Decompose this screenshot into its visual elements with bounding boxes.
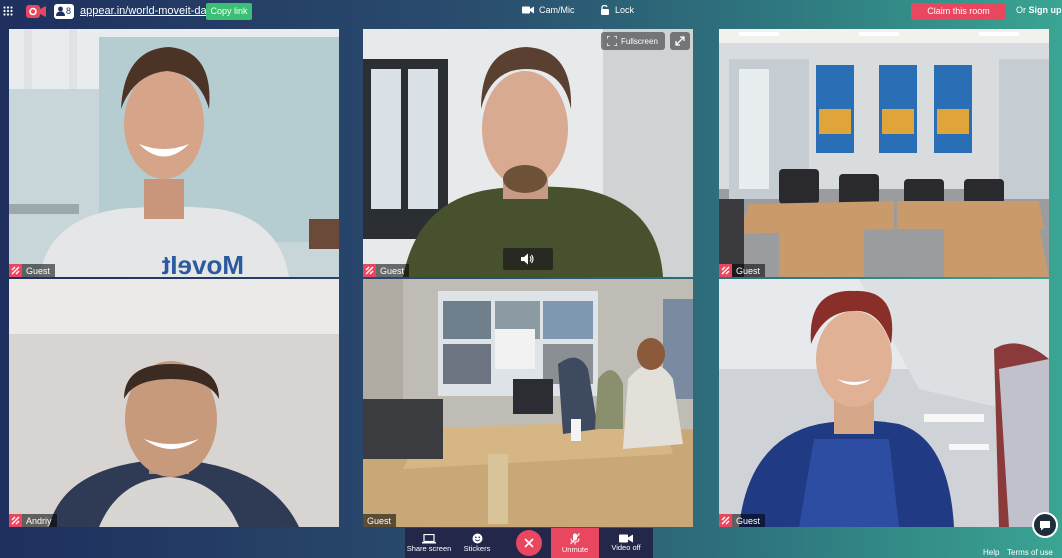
participant-video: MoveIt [9,29,339,277]
help-link[interactable]: Help [983,548,999,557]
fullscreen-label: Fullscreen [621,36,658,46]
top-bar: 8 appear.in/world-moveit-day Copy link C… [0,0,1062,24]
stickers-label: Stickers [463,544,491,553]
close-icon [524,538,534,548]
room-url[interactable]: appear.in/world-moveit-day [80,5,212,17]
participant-name: Guest [367,515,392,526]
participant-label: Guest [719,264,766,277]
apps-grid-icon[interactable] [3,6,13,16]
leave-call-button[interactable] [516,530,542,556]
appear-in-glyph-icon [719,514,732,527]
appear-in-glyph-icon [9,264,22,277]
chat-bubble-icon [1040,520,1050,530]
camera-icon [522,6,534,14]
smiley-icon [472,533,482,544]
video-tile-3[interactable]: Guest [719,29,1049,277]
fullscreen-icon [607,36,617,46]
participant-video [363,29,693,277]
video-tile-4[interactable]: Andriy [9,279,339,527]
participant-count: 8 [66,6,72,16]
share-screen-label: Share screen [406,543,452,553]
participant-name: Guest [380,265,405,276]
participant-video [363,279,693,527]
copy-link-button[interactable]: Copy link [206,3,252,20]
video-tile-6[interactable]: Guest [719,279,1049,527]
sign-up-label[interactable]: Sign up [1029,5,1062,15]
sign-up-link[interactable]: Or Sign up [1016,5,1062,15]
volume-button[interactable] [503,248,553,270]
appear-in-glyph-icon [363,264,376,277]
or-label: Or [1016,5,1026,15]
share-screen-button[interactable]: Share screen [405,528,453,558]
mic-muted-icon [570,532,580,544]
participant-label: Andriy [9,514,57,527]
participant-name: Guest [26,265,51,276]
cam-mic-button[interactable]: Cam/Mic [522,5,575,15]
appear-in-glyph-icon [9,514,22,527]
laptop-icon [422,533,436,543]
appear-in-glyph-icon [719,264,732,277]
stickers-button[interactable]: Stickers [453,528,501,558]
video-off-button[interactable]: Video off [599,528,653,558]
terms-link[interactable]: Terms of use [1007,548,1053,557]
unmute-label: Unmute [561,544,589,554]
lock-button[interactable]: Lock [600,5,634,15]
cam-mic-label: Cam/Mic [539,5,575,15]
participants-badge[interactable]: 8 [54,4,74,19]
participant-name: Guest [736,265,761,276]
lock-label: Lock [615,5,635,15]
video-camera-icon [619,534,633,543]
expand-icon [675,36,685,46]
unlock-icon [601,5,609,15]
participant-label: Guest [719,514,766,527]
participant-label: Guest [363,514,397,527]
fullscreen-button[interactable]: Fullscreen [601,32,665,50]
unmute-button[interactable]: Unmute [551,528,599,558]
speaker-icon [521,253,534,265]
video-tile-2[interactable]: Fullscreen Guest [363,29,693,277]
shirt-print: MoveIt [161,250,244,277]
participant-video [719,29,1049,277]
video-tile-5[interactable]: Guest [363,279,693,527]
participant-video [719,279,1049,527]
people-icon [56,6,65,16]
video-off-label: Video off [611,543,641,552]
participant-label: Guest [9,264,56,277]
claim-room-button[interactable]: Claim this room [911,3,1006,20]
expand-button[interactable] [670,32,690,50]
chat-button[interactable] [1032,512,1058,538]
participant-name: Guest [736,515,761,526]
participant-name: Andriy [26,515,52,526]
appear-in-logo[interactable] [26,4,46,20]
participant-video [9,279,339,527]
video-tile-1[interactable]: MoveIt Guest [9,29,339,277]
participant-label: Guest [363,264,410,277]
